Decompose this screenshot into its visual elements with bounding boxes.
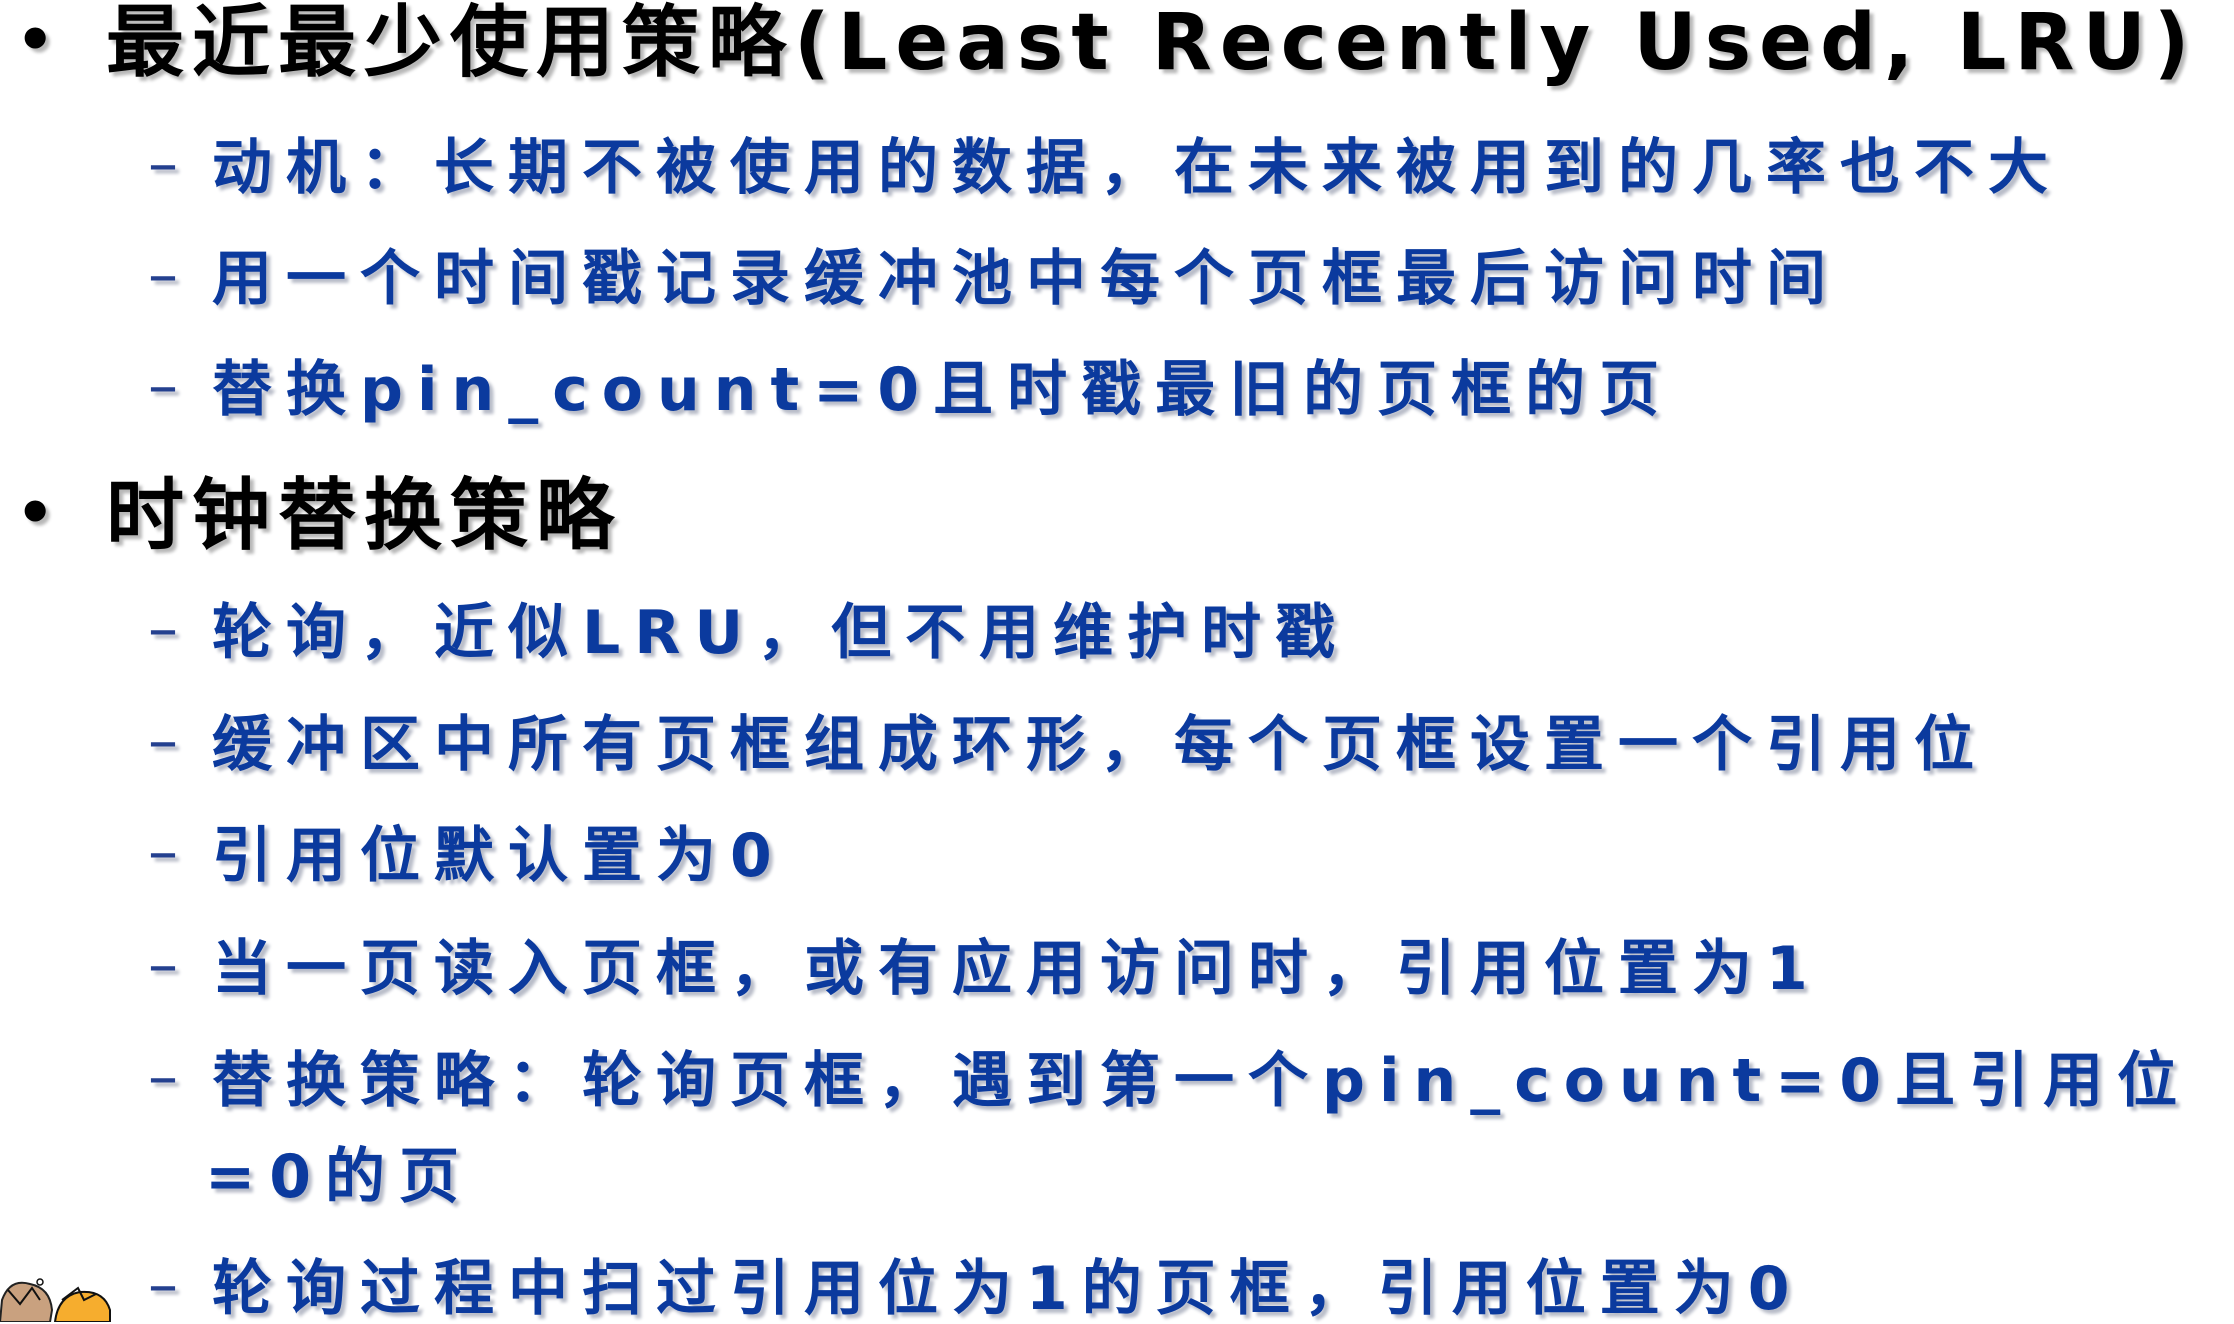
dash-icon: – bbox=[148, 594, 192, 664]
autumn-leaves-clipart bbox=[0, 1278, 111, 1322]
list-item-text: 替换pin_count=0且时戳最旧的页框的页 bbox=[212, 355, 1674, 425]
list-item-text: 引用位默认置为0 bbox=[212, 821, 786, 891]
dash-icon: – bbox=[148, 817, 192, 887]
dash-icon: – bbox=[148, 1042, 192, 1112]
bullet-icon: • bbox=[16, 478, 63, 548]
list-item-text: =0的页 bbox=[205, 1142, 474, 1212]
list-item-text: 缓冲区中所有页框组成环形，每个页框设置一个引用位 bbox=[212, 710, 1988, 780]
dash-icon: – bbox=[148, 129, 192, 199]
dash-icon: – bbox=[148, 1250, 192, 1320]
dash-icon: – bbox=[148, 240, 192, 310]
list-item-text: 替换策略：轮询页框，遇到第一个pin_count=0且引用位 bbox=[212, 1046, 2192, 1116]
list-item-text: 用一个时间戳记录缓冲池中每个页框最后访问时间 bbox=[212, 244, 1840, 314]
dash-icon: – bbox=[148, 351, 192, 421]
dash-icon: – bbox=[148, 930, 192, 1000]
heading-text: 最近最少使用策略(Least Recently Used, LRU) bbox=[106, 0, 2198, 88]
dash-icon: – bbox=[148, 706, 192, 776]
list-item-text: 动机：长期不被使用的数据，在未来被用到的几率也不大 bbox=[212, 133, 2062, 203]
bullet-icon: • bbox=[16, 5, 63, 75]
list-item-text: 轮询，近似LRU，但不用维护时戳 bbox=[212, 598, 1350, 668]
list-item-text: 当一页读入页框，或有应用访问时，引用位置为1 bbox=[212, 934, 1822, 1004]
list-item-text: 轮询过程中扫过引用位为1的页框，引用位置为0 bbox=[212, 1254, 1804, 1324]
heading-text: 时钟替换策略 bbox=[106, 471, 623, 561]
